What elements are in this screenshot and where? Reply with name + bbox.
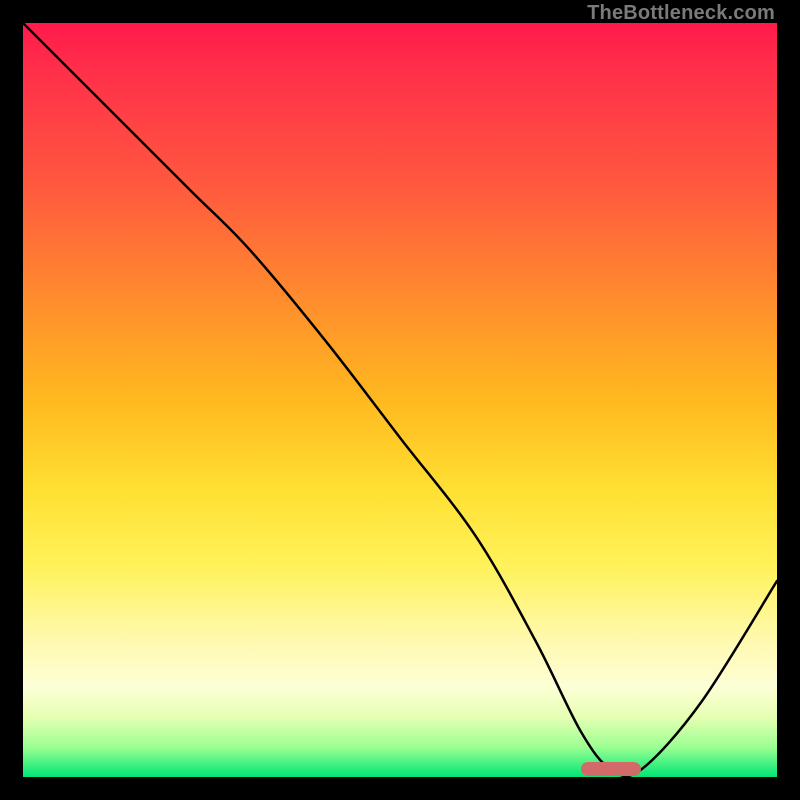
chart-frame: TheBottleneck.com — [0, 0, 800, 800]
optimum-marker — [581, 762, 641, 776]
bottleneck-curve — [23, 23, 777, 777]
attribution-text: TheBottleneck.com — [587, 2, 775, 25]
plot-area — [23, 23, 777, 777]
